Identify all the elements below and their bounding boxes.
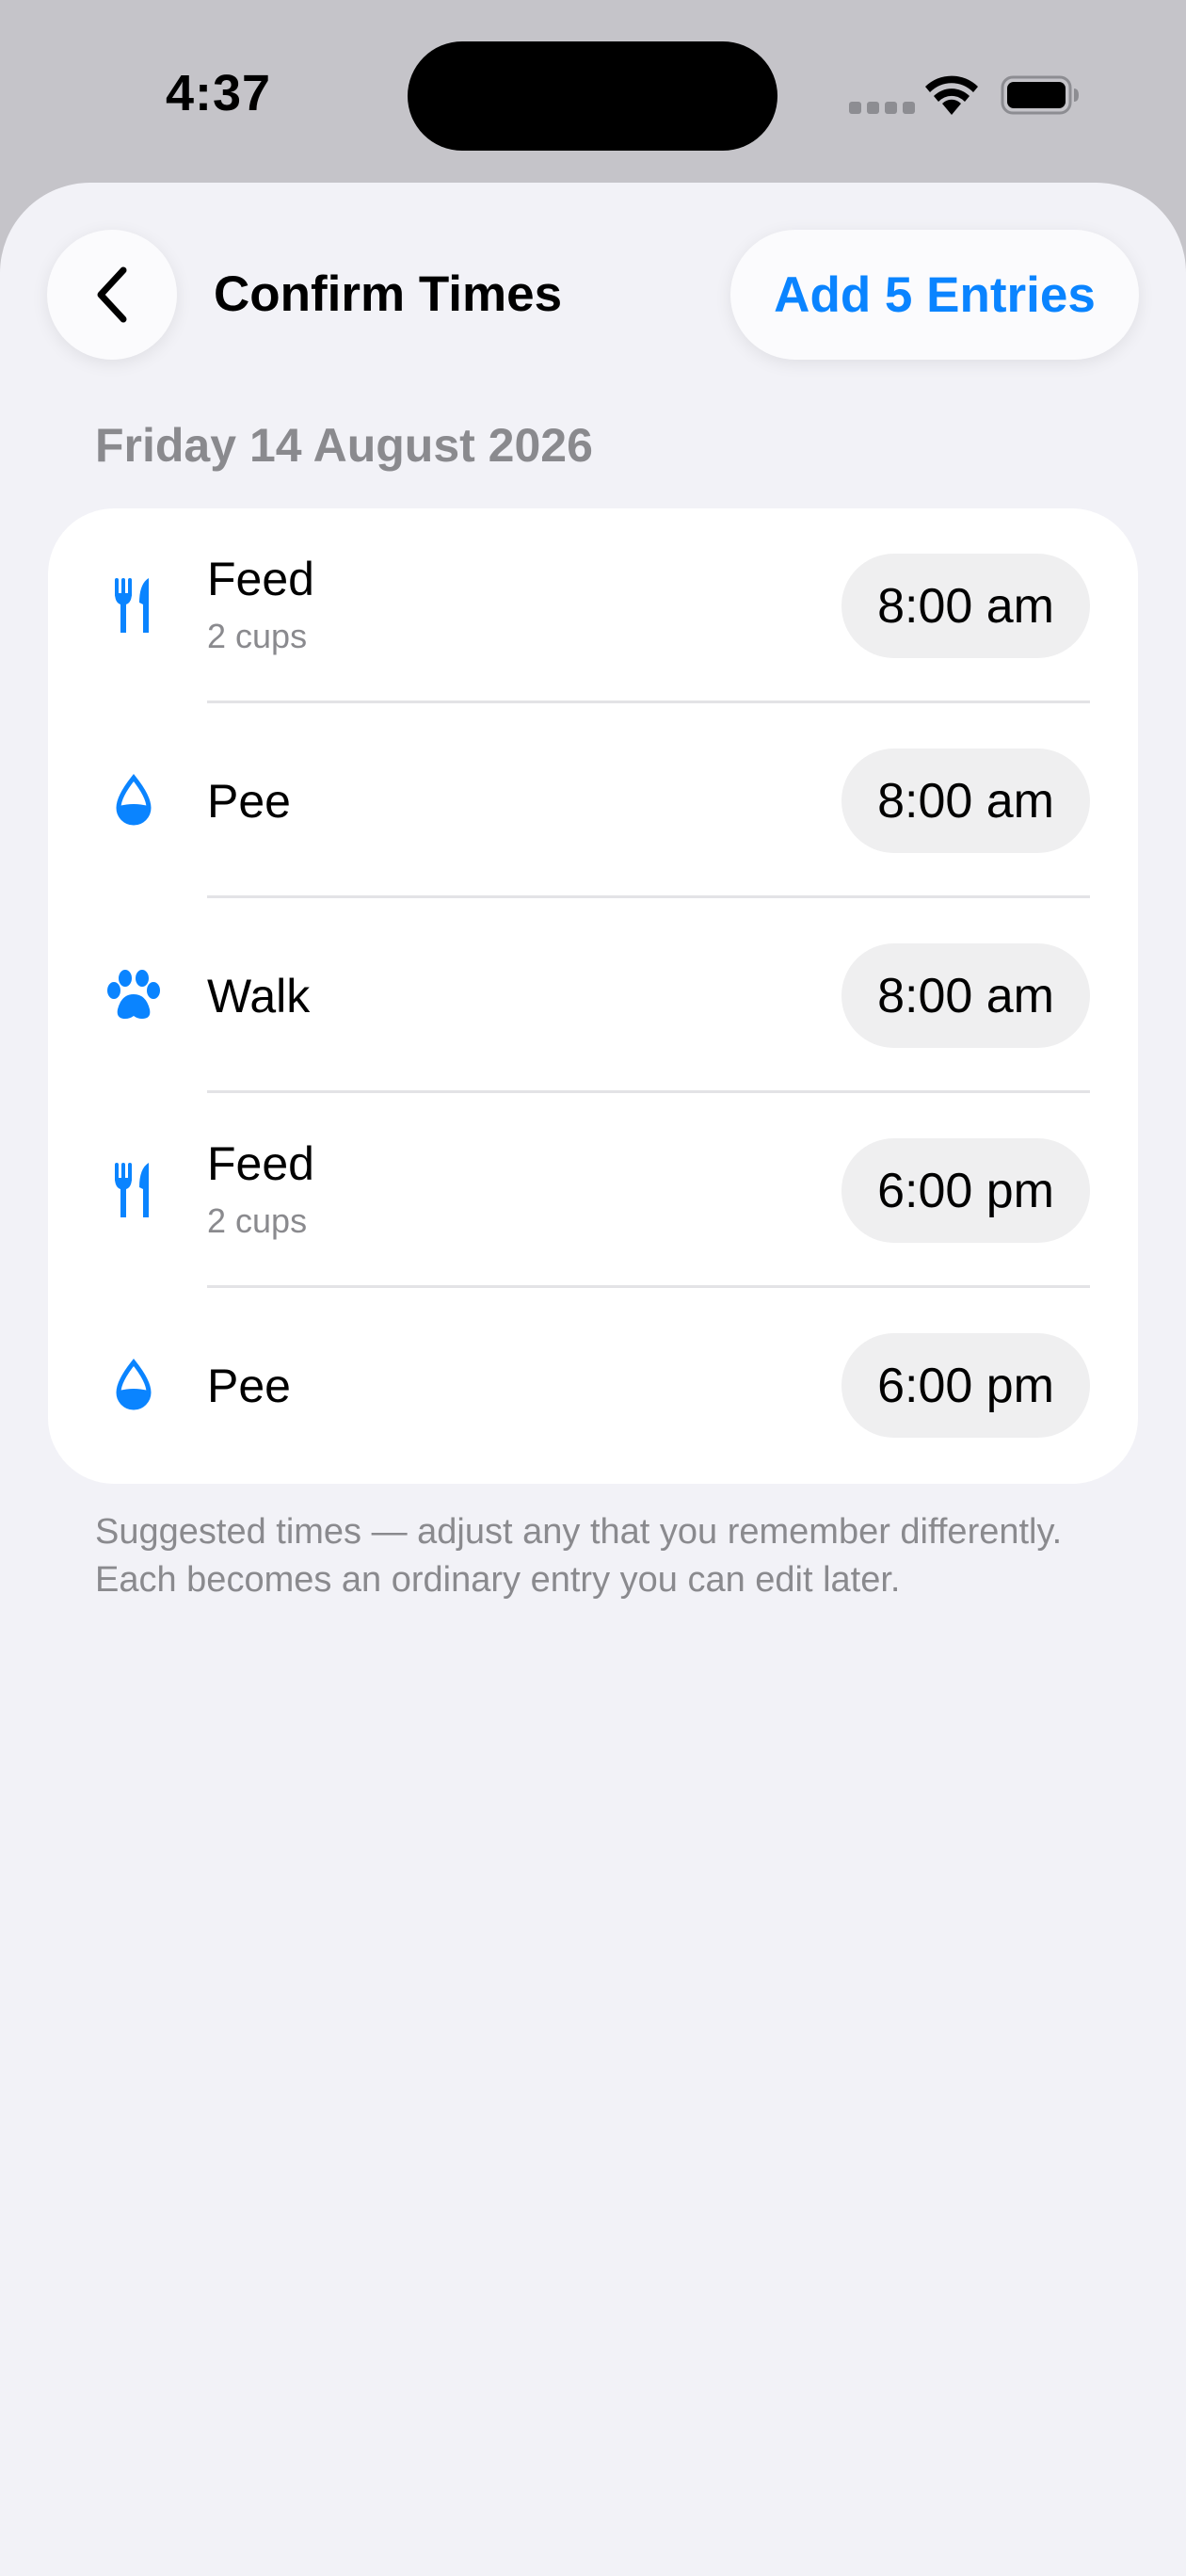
time-picker[interactable]: 8:00 am <box>841 749 1090 853</box>
status-time: 4:37 <box>166 65 272 121</box>
battery-icon <box>1001 75 1079 115</box>
list-item: Walk 8:00 am <box>48 898 1138 1093</box>
dynamic-island <box>408 41 777 151</box>
entry-title: Feed <box>207 553 314 605</box>
cellular-signal-icon <box>849 102 915 114</box>
paw-icon <box>106 965 161 1025</box>
entry-title: Feed <box>207 1137 314 1190</box>
back-button[interactable] <box>47 230 177 360</box>
list-item: Feed 2 cups 6:00 pm <box>48 1093 1138 1288</box>
wifi-icon <box>925 75 978 115</box>
time-picker[interactable]: 6:00 pm <box>841 1333 1090 1438</box>
list-item: Pee 6:00 pm <box>48 1288 1138 1483</box>
drop-icon <box>106 770 161 830</box>
chevron-left-icon <box>97 266 127 323</box>
fork-knife-icon <box>106 575 161 636</box>
entries-list: Feed 2 cups 8:00 am Pee 8:00 am Walk 8:0… <box>48 508 1138 1484</box>
drop-icon <box>106 1355 161 1415</box>
entry-subtitle: 2 cups <box>207 617 308 655</box>
footnote: Suggested times — adjust any that you re… <box>95 1512 1063 1600</box>
list-item: Pee 8:00 am <box>48 703 1138 898</box>
time-picker[interactable]: 8:00 am <box>841 554 1090 658</box>
time-picker[interactable]: 8:00 am <box>841 943 1090 1048</box>
entry-subtitle: 2 cups <box>207 1201 308 1240</box>
list-item: Feed 2 cups 8:00 am <box>48 508 1138 703</box>
status-bar: 4:37 <box>0 0 1186 184</box>
add-entries-button[interactable]: Add 5 Entries <box>730 230 1139 360</box>
fork-knife-icon <box>106 1160 161 1220</box>
entry-title: Walk <box>207 970 311 1022</box>
confirm-times-sheet: Confirm Times Add 5 Entries Friday 14 Au… <box>0 183 1186 2576</box>
entry-title: Pee <box>207 1360 291 1412</box>
time-picker[interactable]: 6:00 pm <box>841 1138 1090 1243</box>
sheet-title: Confirm Times <box>214 266 563 322</box>
date-heading: Friday 14 August 2026 <box>95 419 593 472</box>
entry-title: Pee <box>207 775 291 828</box>
